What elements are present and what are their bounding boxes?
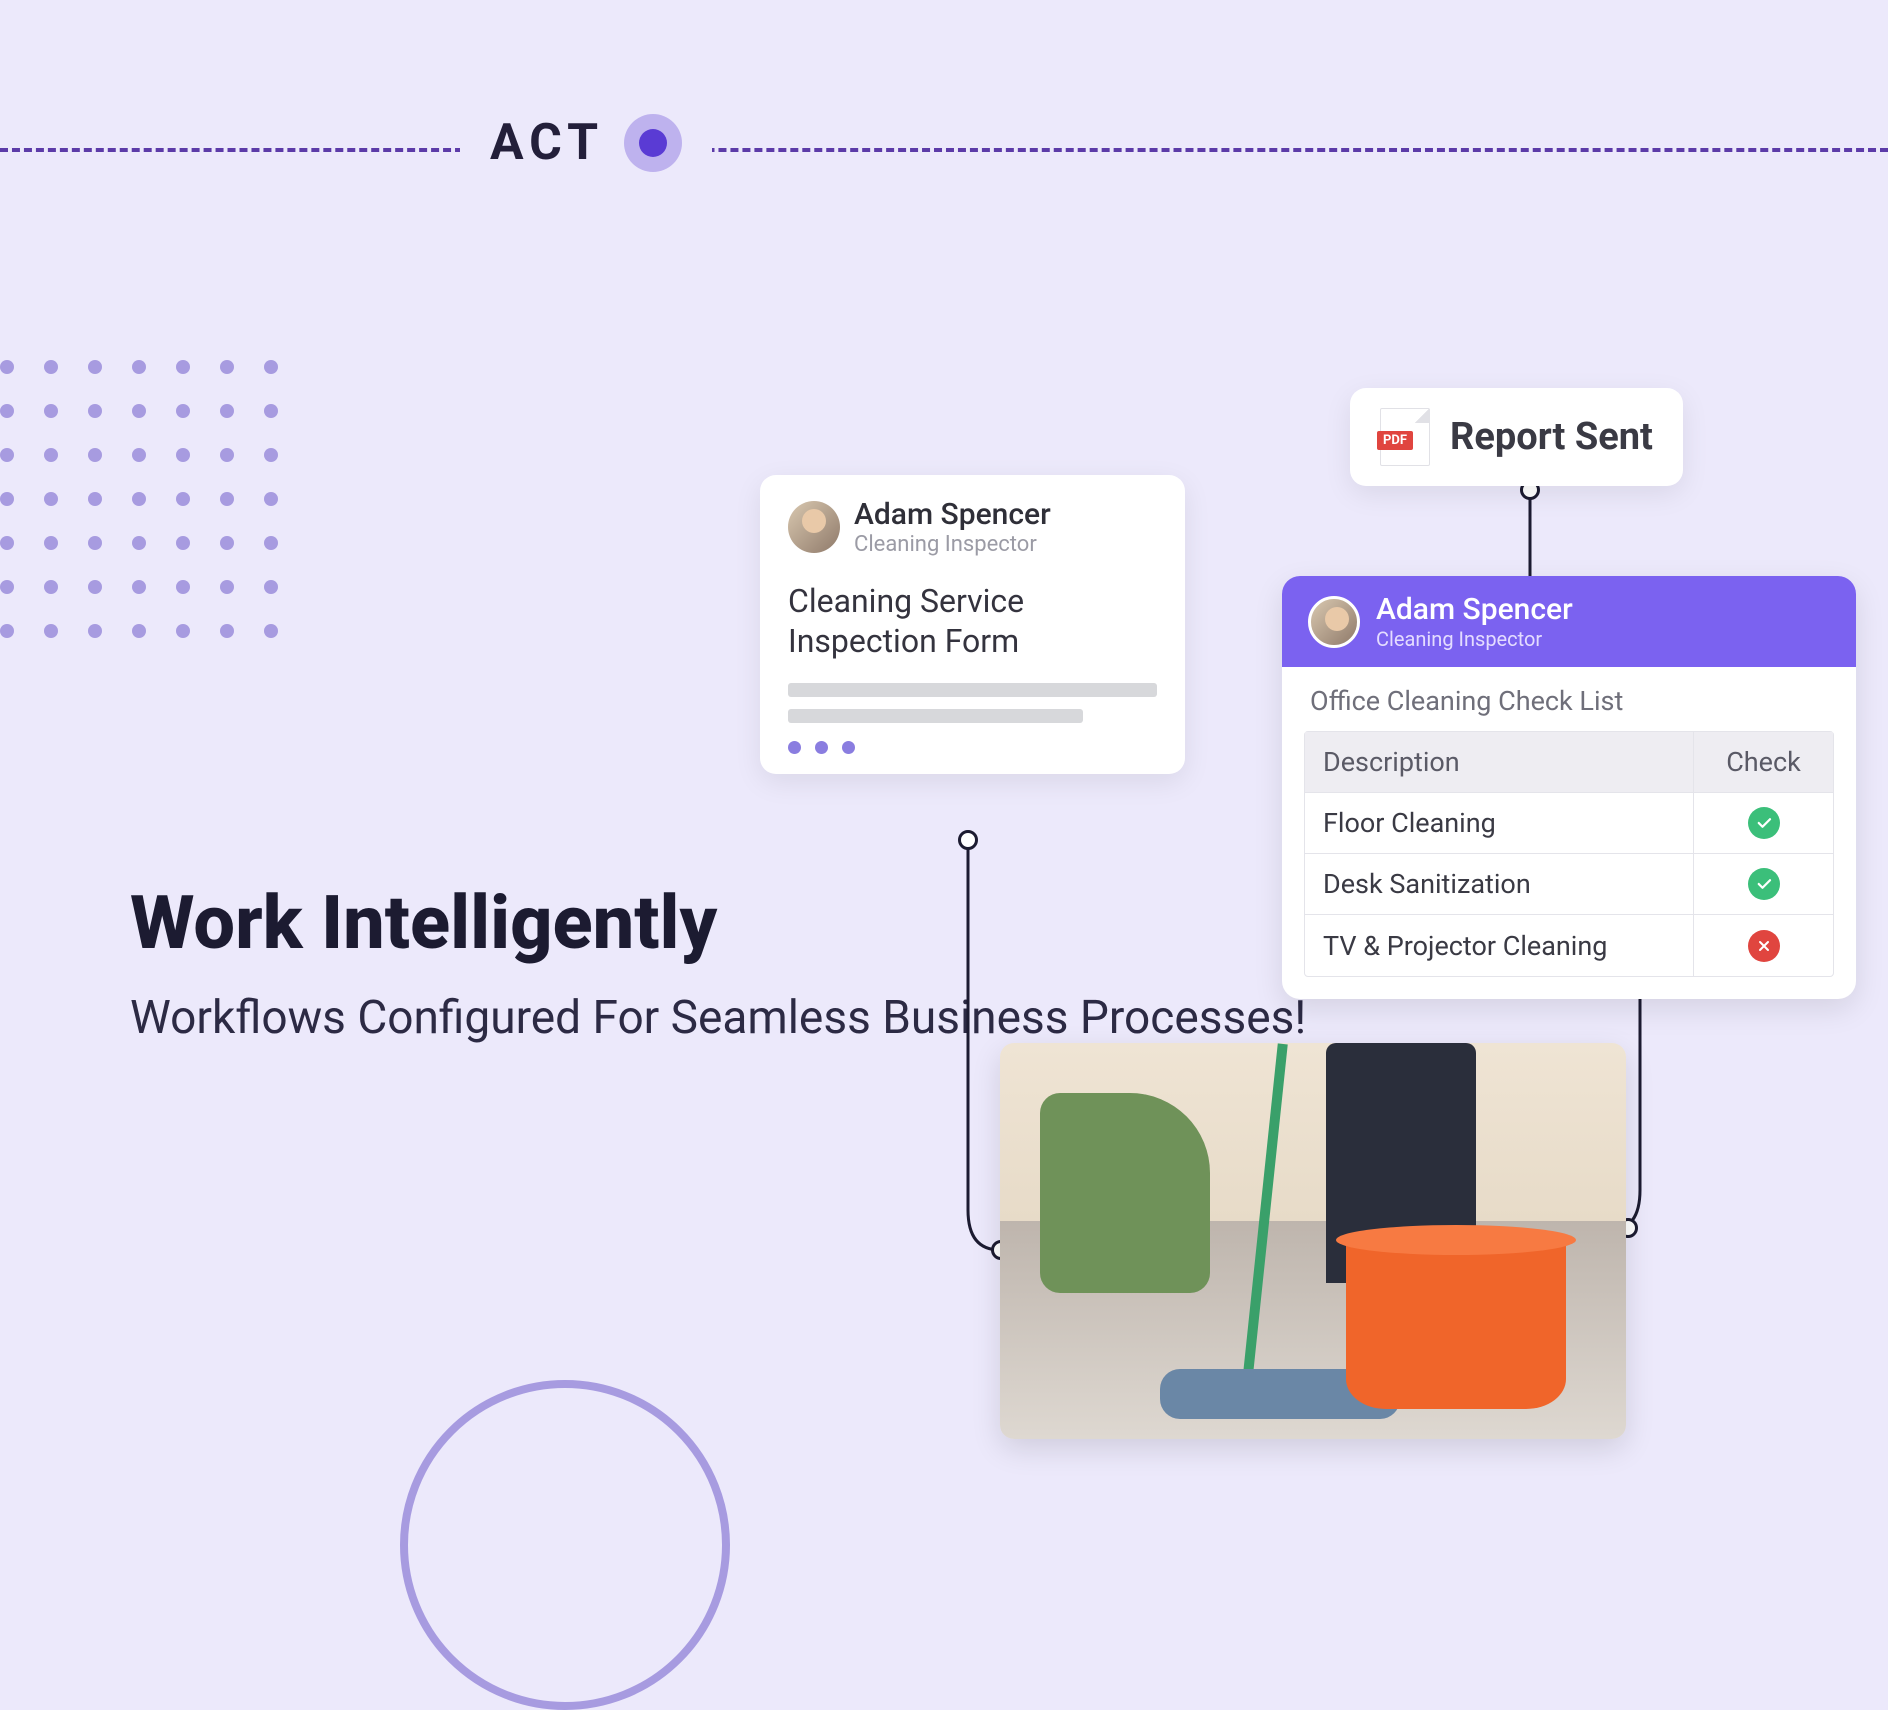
row-description: Desk Sanitization [1305,854,1693,914]
top-dashed-line [0,148,1888,152]
connector-node [958,830,978,850]
cleaning-photo-card [1000,1043,1626,1439]
pdf-icon [1380,408,1430,466]
checklist-user-name: Adam Spencer [1376,592,1573,627]
row-description: TV & Projector Cleaning [1305,916,1693,976]
headline-block: Work Intelligently Workflows Configured … [130,880,1306,1049]
headline-title: Work Intelligently [130,880,1306,967]
act-marker-icon [624,114,682,172]
row-status [1693,915,1833,976]
form-user-name: Adam Spencer [854,497,1051,532]
header-description: Description [1305,732,1693,792]
avatar [788,501,840,553]
form-user-role: Cleaning Inspector [854,532,1051,557]
checklist-title: Office Cleaning Check List [1304,681,1834,731]
form-title: Cleaning Service Inspection Form [760,563,1185,671]
avatar [1308,596,1360,648]
check-no-icon [1748,930,1780,962]
checklist-user-role: Cleaning Inspector [1376,627,1573,651]
circle-decoration [400,1380,730,1710]
act-label: ACT [490,114,604,172]
report-sent-card: Report Sent [1350,388,1683,486]
inspection-form-card: Adam Spencer Cleaning Inspector Cleaning… [760,475,1185,774]
row-status [1693,793,1833,853]
row-description: Floor Cleaning [1305,793,1693,853]
checklist-card: Adam Spencer Cleaning Inspector Office C… [1282,576,1856,999]
table-row: TV & Projector Cleaning [1305,914,1833,976]
form-placeholder-lines [760,683,1185,723]
table-row: Floor Cleaning [1305,792,1833,853]
table-header-row: Description Check [1305,732,1833,792]
row-status [1693,854,1833,914]
headline-subtitle: Workflows Configured For Seamless Busine… [130,987,1306,1049]
dot-grid-decoration [0,360,278,638]
checklist-table: Description Check Floor Cleaning Desk Sa… [1304,731,1834,977]
cleaning-photo [1000,1043,1626,1439]
check-ok-icon [1748,868,1780,900]
header-check: Check [1693,732,1833,792]
act-badge: ACT [460,114,712,172]
check-ok-icon [1748,807,1780,839]
table-row: Desk Sanitization [1305,853,1833,914]
form-footer-dots [760,723,1185,754]
report-text: Report Sent [1450,415,1653,459]
